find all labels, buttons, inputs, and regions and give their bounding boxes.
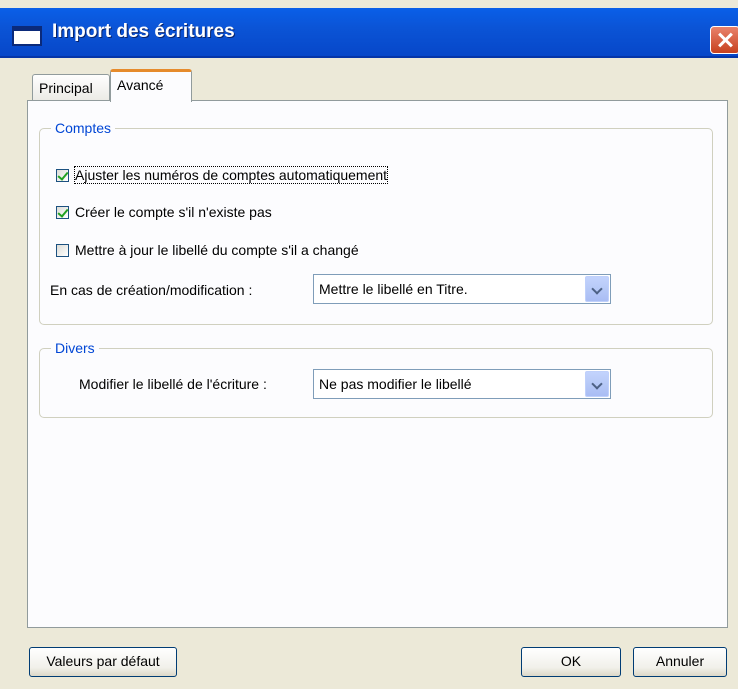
checkbox-label: Mettre à jour le libellé du compte s'il … [75, 242, 359, 258]
chevron-down-icon[interactable] [585, 371, 609, 397]
checkbox-box[interactable] [56, 205, 69, 219]
cancel-button[interactable]: Annuler [633, 647, 727, 677]
checkbox-create-account[interactable]: Créer le compte s'il n'existe pas [56, 204, 272, 220]
group-divers-legend: Divers [51, 340, 99, 356]
dialog-window: Import des écritures Principal Avancé Co… [0, 0, 738, 689]
mode-select-value: Mettre le libellé en Titre. [319, 281, 468, 297]
mode-select[interactable]: Mettre le libellé en Titre. [313, 274, 611, 304]
title-bar[interactable]: Import des écritures [0, 8, 738, 58]
checkbox-label: Ajuster les numéros de comptes automatiq… [73, 166, 389, 184]
chevron-down-icon[interactable] [585, 276, 609, 302]
checkbox-label: Créer le compte s'il n'existe pas [75, 204, 272, 220]
mode-label: En cas de création/modification : [50, 282, 253, 298]
tab-panel-avance: Comptes Ajuster les numéros de comptes a… [27, 100, 728, 628]
ok-button[interactable]: OK [521, 647, 621, 677]
checkbox-update-account-label[interactable]: Mettre à jour le libellé du compte s'il … [56, 242, 359, 258]
libelle-label: Modifier le libellé de l'écriture : [79, 376, 267, 392]
libelle-select[interactable]: Ne pas modifier le libellé [313, 369, 611, 399]
close-button[interactable] [710, 26, 738, 54]
checkbox-box[interactable] [56, 243, 69, 257]
checkbox-adjust-account-numbers[interactable]: Ajuster les numéros de comptes automatiq… [56, 166, 389, 184]
tab-principal[interactable]: Principal [32, 74, 110, 100]
group-comptes-legend: Comptes [51, 120, 116, 136]
tab-avance[interactable]: Avancé [110, 69, 192, 102]
libelle-select-value: Ne pas modifier le libellé [319, 376, 472, 392]
window-title: Import des écritures [52, 21, 235, 42]
window-icon [12, 26, 42, 46]
defaults-button[interactable]: Valeurs par défaut [29, 647, 177, 677]
checkbox-box[interactable] [56, 168, 69, 182]
